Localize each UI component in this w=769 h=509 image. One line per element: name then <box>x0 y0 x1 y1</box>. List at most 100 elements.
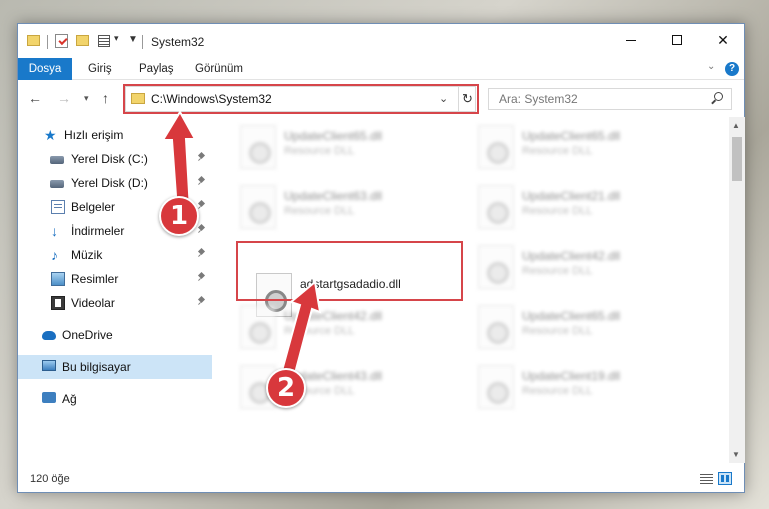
sidebar-item-label: Yerel Disk (D:) <box>71 176 148 190</box>
sidebar-item-this-pc[interactable]: Bu bilgisayar <box>18 355 212 379</box>
properties-icon[interactable] <box>55 34 68 48</box>
sidebar-item-disk-d[interactable]: Yerel Disk (D:) <box>18 171 212 195</box>
ribbon-tabs: Dosya Giriş Paylaş Görünüm ⌄ ? <box>18 58 744 80</box>
file-tile[interactable]: UpdateClient65.dll Resource DLL <box>478 303 708 361</box>
file-type: Resource DLL <box>522 145 593 157</box>
ribbon-expand-icon[interactable]: ⌄ <box>707 61 715 72</box>
file-tile[interactable]: UpdateClient42.dll Resource DLL <box>240 303 470 361</box>
pin-icon <box>198 249 206 257</box>
down-arrow-icon[interactable]: ▼ <box>128 34 138 50</box>
file-name: UpdateClient42.dll <box>522 249 621 263</box>
tab-home[interactable]: Giriş <box>88 58 112 80</box>
details-view-icon[interactable] <box>700 474 713 484</box>
file-tile[interactable]: UpdateClient65.dll Resource DLL <box>478 123 708 181</box>
sidebar-item-videos[interactable]: Videolar <box>18 291 212 315</box>
star-icon: ★ <box>44 127 57 143</box>
sidebar-item-disk-c[interactable]: Yerel Disk (C:) <box>18 147 212 171</box>
close-button[interactable]: ✕ <box>700 24 746 56</box>
close-icon: ✕ <box>717 31 729 48</box>
vertical-scrollbar[interactable]: ▲ ▼ <box>729 117 745 463</box>
dll-file-icon <box>478 305 514 349</box>
dll-file-icon <box>240 125 276 169</box>
file-name: UpdateClient65.dll <box>284 129 383 143</box>
file-tile[interactable]: UpdateClient21.dll Resource DLL <box>478 183 708 241</box>
file-tile[interactable]: UpdateClient63.dll Resource DLL <box>240 183 470 241</box>
video-icon <box>51 296 65 310</box>
search-icon[interactable] <box>714 92 723 101</box>
dll-file-icon <box>240 185 276 229</box>
view-icon[interactable] <box>98 35 110 47</box>
tab-view[interactable]: Görünüm <box>195 58 243 80</box>
tab-share[interactable]: Paylaş <box>139 58 174 80</box>
file-tile[interactable]: UpdateClient19.dll Resource DLL <box>478 363 708 421</box>
sidebar-item-music[interactable]: ♪ Müzik <box>18 243 212 267</box>
file-type: Resource DLL <box>522 205 593 217</box>
maximize-button[interactable] <box>654 24 700 56</box>
help-icon[interactable]: ? <box>725 62 739 76</box>
file-type: Resource DLL <box>522 385 593 397</box>
dll-file-icon <box>478 245 514 289</box>
new-folder-icon[interactable] <box>76 35 89 46</box>
tiles-view-icon[interactable] <box>718 472 732 485</box>
sidebar-item-label: Bu bilgisayar <box>62 360 131 374</box>
sidebar-item-label: Hızlı erişim <box>64 128 124 142</box>
sidebar-item-onedrive[interactable]: OneDrive <box>18 323 212 347</box>
sidebar-item-label: İndirmeler <box>71 224 125 238</box>
title-bar: ▾ ▼ System32 ✕ <box>18 24 744 58</box>
document-icon <box>51 200 65 214</box>
separator <box>142 35 143 49</box>
scroll-up-icon[interactable]: ▲ <box>732 121 740 130</box>
navigation-pane: ★ Hızlı erişim Yerel Disk (C:) Yerel Dis… <box>18 117 212 463</box>
back-arrow-icon[interactable]: ← <box>28 90 42 106</box>
disk-icon <box>50 156 64 164</box>
status-bar: 120 öğe <box>18 464 744 492</box>
folder-icon <box>27 35 40 46</box>
sidebar-item-label: OneDrive <box>62 328 113 342</box>
file-type: Resource DLL <box>522 265 593 277</box>
file-type: Resource DLL <box>522 325 593 337</box>
dll-file-icon <box>478 125 514 169</box>
minimize-icon <box>626 39 636 41</box>
pin-icon <box>198 201 206 209</box>
file-name: UpdateClient65.dll <box>522 129 621 143</box>
dropdown-icon[interactable]: ▾ <box>114 33 119 49</box>
download-icon: ↓ <box>51 223 58 239</box>
pin-icon <box>198 177 206 185</box>
search-input[interactable]: Ara: System32 <box>488 88 732 110</box>
file-name: UpdateClient63.dll <box>284 189 383 203</box>
pane-separator <box>212 117 224 463</box>
forward-arrow-icon[interactable]: → <box>57 90 71 106</box>
network-icon <box>42 392 56 403</box>
file-name: UpdateClient65.dll <box>522 309 621 323</box>
dll-file-icon <box>478 185 514 229</box>
file-name: UpdateClient21.dll <box>522 189 621 203</box>
scroll-down-icon[interactable]: ▼ <box>732 450 740 459</box>
navigation-bar: ← → ▾ ↑ C:\Windows\System32 ⌄ ↻ Ara: Sys… <box>18 81 744 117</box>
step-2-badge: 2 <box>266 368 306 408</box>
sidebar-item-label: Videolar <box>71 296 115 310</box>
recent-locations-icon[interactable]: ▾ <box>84 93 89 104</box>
minimize-button[interactable] <box>608 24 654 56</box>
disk-icon <box>50 180 64 188</box>
sidebar-item-label: Resimler <box>71 272 119 286</box>
up-arrow-icon[interactable]: ↑ <box>102 90 109 106</box>
sidebar-item-network[interactable]: Ağ <box>18 387 212 411</box>
step-1-badge: 1 <box>159 196 199 236</box>
sidebar-item-label: Belgeler <box>71 200 116 214</box>
window-title: System32 <box>151 35 205 49</box>
sidebar-item-pictures[interactable]: Resimler <box>18 267 212 291</box>
file-tile[interactable]: UpdateClient42.dll Resource DLL <box>478 243 708 301</box>
sidebar-item-quick-access[interactable]: ★ Hızlı erişim <box>18 123 212 147</box>
item-count: 120 öğe <box>30 473 70 485</box>
tab-file[interactable]: Dosya <box>18 58 72 80</box>
address-highlight-box <box>123 84 479 114</box>
separator <box>47 35 48 49</box>
file-tile[interactable]: UpdateClient65.dll Resource DLL <box>240 123 470 181</box>
scroll-thumb[interactable] <box>732 137 742 181</box>
pin-icon <box>198 297 206 305</box>
dll-file-icon <box>240 305 276 349</box>
pin-icon <box>198 225 206 233</box>
maximize-icon <box>672 35 682 45</box>
cloud-icon <box>42 331 56 340</box>
sidebar-item-label: Müzik <box>71 248 103 262</box>
